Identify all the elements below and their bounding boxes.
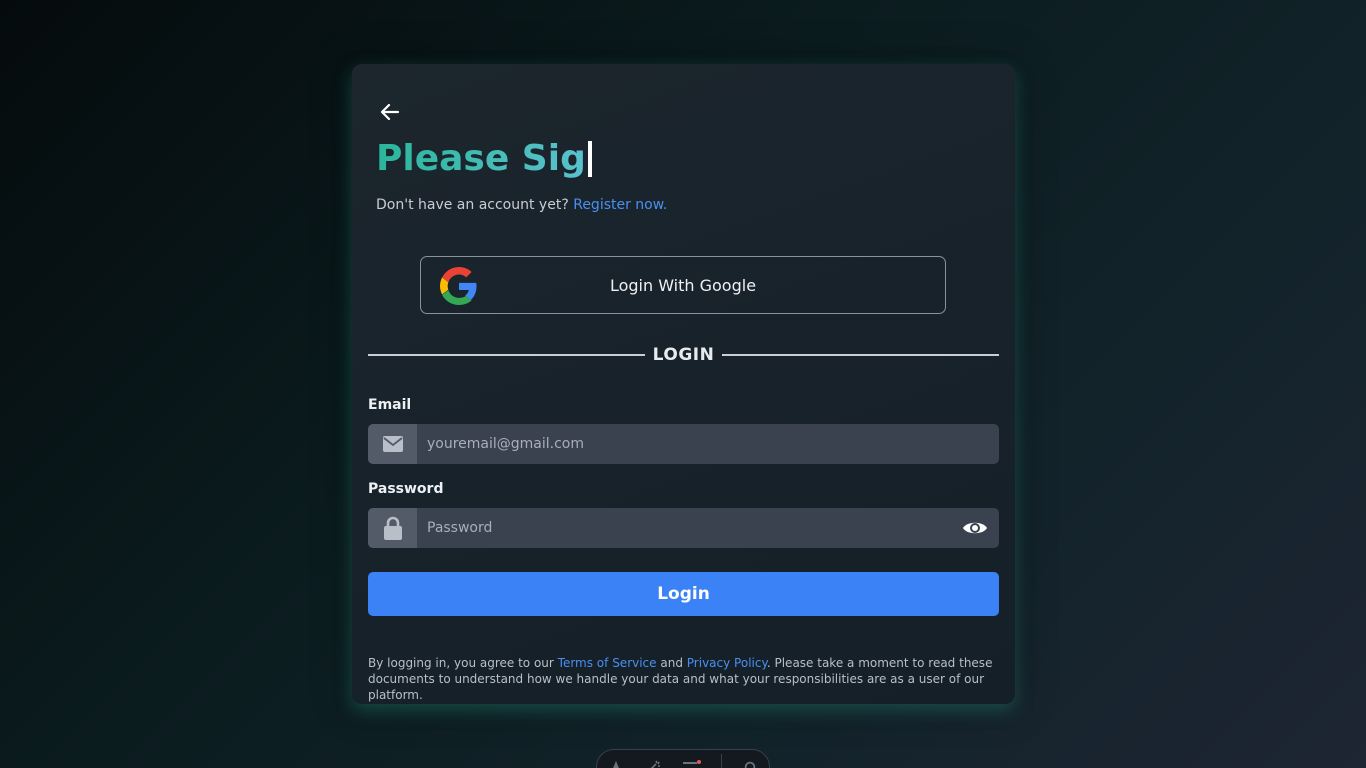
toolbar-audit-button[interactable] <box>644 760 664 768</box>
legal-notice: By logging in, you agree to our Terms of… <box>368 655 999 703</box>
sparkle-icon <box>651 760 661 768</box>
register-link[interactable]: Register now. <box>573 197 667 213</box>
toggle-password-visibility-button[interactable] <box>951 508 999 548</box>
register-prompt-text: Don't have an account yet? <box>376 197 569 213</box>
login-card: Please Sig Don't have an account yet? Re… <box>352 64 1015 704</box>
arrow-left-icon <box>380 103 400 121</box>
divider-line-left <box>368 354 645 356</box>
password-prefix <box>368 508 417 548</box>
email-label: Email <box>368 397 412 413</box>
bottom-toolbar <box>596 749 770 768</box>
astro-icon <box>613 761 620 768</box>
legal-and: and <box>660 656 683 670</box>
toolbar-settings-button[interactable] <box>740 760 760 768</box>
terms-of-service-link[interactable]: Terms of Service <box>558 656 657 670</box>
password-label: Password <box>368 481 444 497</box>
email-prefix <box>368 424 417 464</box>
email-field-group <box>368 424 999 464</box>
legal-prefix: By logging in, you agree to our <box>368 656 554 670</box>
toolbar-menu-button[interactable] <box>682 760 702 768</box>
toolbar-separator <box>720 754 722 768</box>
lock-icon <box>383 516 402 540</box>
register-prompt: Don't have an account yet? Register now. <box>376 197 667 213</box>
login-button[interactable]: Login <box>368 572 999 616</box>
email-input[interactable] <box>417 424 999 464</box>
gear-icon <box>744 761 756 768</box>
login-divider: LOGIN <box>368 344 999 366</box>
google-login-label: Login With Google <box>609 275 757 295</box>
password-input[interactable] <box>417 508 951 548</box>
divider-line-right <box>722 354 999 356</box>
google-login-button[interactable]: Login With Google <box>420 256 946 314</box>
mail-icon <box>382 436 403 452</box>
privacy-policy-link[interactable]: Privacy Policy <box>687 656 767 670</box>
typing-caret <box>587 140 592 177</box>
page-title-text: Please Sig <box>376 138 586 179</box>
google-icon <box>440 267 477 305</box>
menu-icon <box>683 760 702 764</box>
password-field-group <box>368 508 999 548</box>
back-button[interactable] <box>378 100 402 124</box>
divider-label: LOGIN <box>652 345 715 365</box>
toolbar-astro-button[interactable] <box>606 760 626 768</box>
eye-icon <box>963 522 987 534</box>
page-title: Please Sig <box>376 138 592 179</box>
